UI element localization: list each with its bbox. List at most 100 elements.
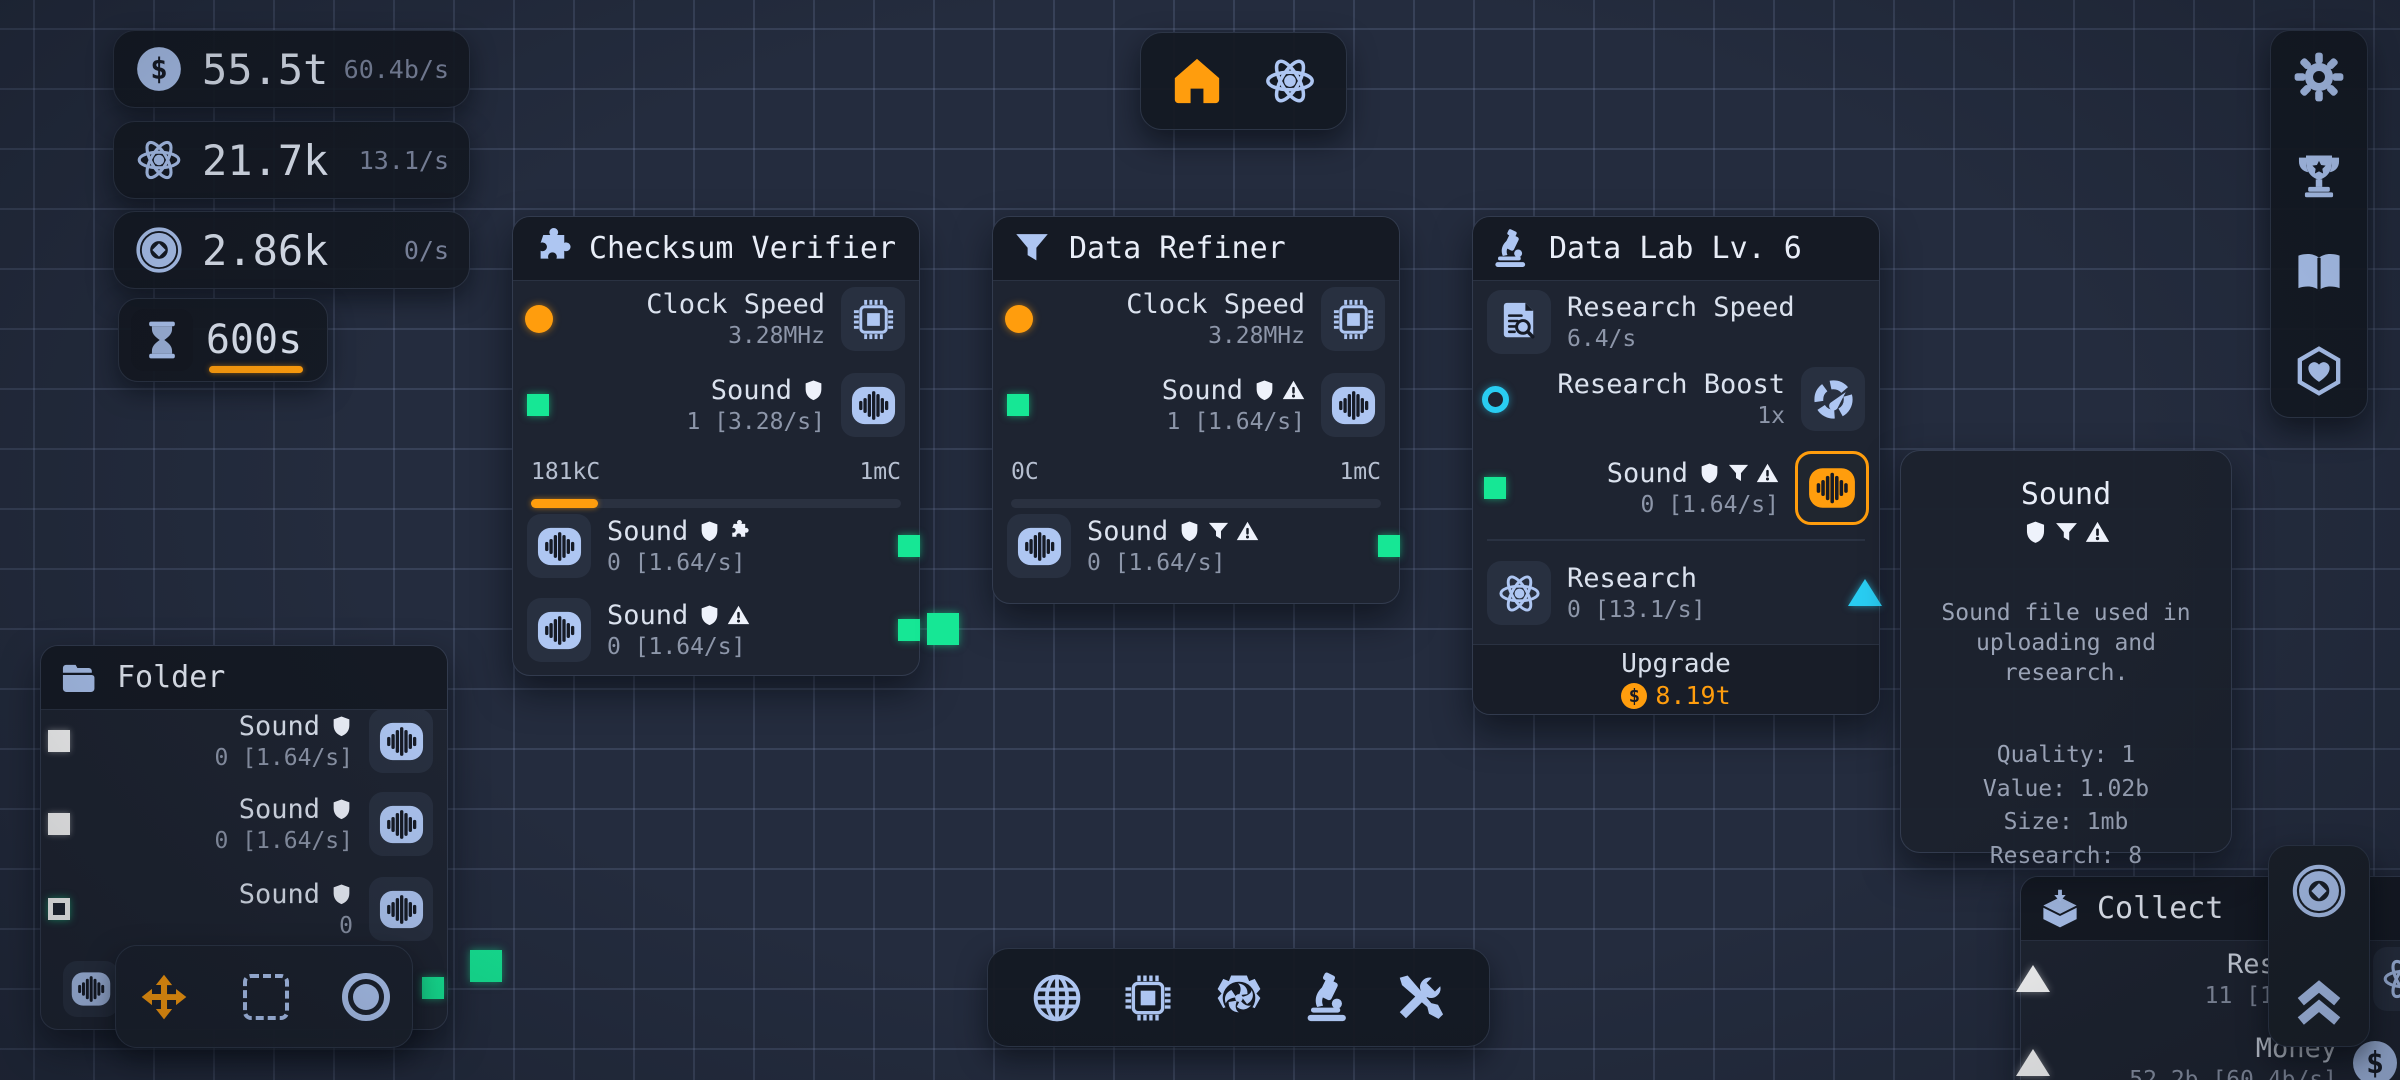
tooltip-description: Sound file used in uploading and researc… (1921, 599, 2211, 689)
coin-diamond-button[interactable] (2290, 862, 2348, 920)
shield-icon (802, 379, 825, 402)
game-canvas[interactable]: 55.5t 60.4b/s 21.7k 13.1/s 2.86k 0/s 600… (0, 0, 2400, 1080)
soundwave-icon-button[interactable] (369, 792, 433, 856)
fan-button[interactable] (1212, 971, 1266, 1025)
soundwave-icon-button[interactable] (527, 598, 591, 662)
output-port[interactable] (1378, 535, 1400, 557)
settings-gear-button[interactable] (2293, 51, 2345, 103)
double-chevron-up-button[interactable] (2290, 972, 2348, 1030)
node-header[interactable]: Data Lab Lv. 6 (1473, 217, 1879, 281)
select-box-tool-button[interactable] (243, 974, 289, 1020)
doc-search-icon[interactable] (1487, 290, 1551, 354)
output-port[interactable] (898, 535, 920, 557)
globe-button[interactable] (1030, 971, 1084, 1025)
sound-input-port[interactable] (1484, 477, 1506, 499)
progress-current: 181kC (531, 459, 600, 485)
puzzle-icon (531, 228, 573, 270)
research-boost-row: Research Boost 1x (1473, 356, 1879, 442)
research-input-port[interactable] (2016, 965, 2050, 992)
research-output-row: Research 0 [13.1/s] (1473, 550, 1879, 636)
research-speed-row: Research Speed 6.4/s (1473, 279, 1879, 365)
sound-input-row: Sound 1 [1.64/s] (993, 362, 1399, 448)
wire-junction-pin[interactable] (470, 950, 502, 982)
guide-book-button[interactable] (2293, 247, 2345, 299)
warning-icon (727, 604, 750, 627)
file-input-port-empty[interactable] (48, 898, 70, 920)
money-input-port[interactable] (2016, 1049, 2050, 1076)
timer-widget[interactable]: 600s (118, 298, 328, 382)
row-value: 0 [1.64/s] (215, 745, 353, 771)
boost-input-port[interactable] (1482, 386, 1509, 413)
clock-input-port[interactable] (1005, 305, 1033, 333)
shield-icon (2023, 520, 2048, 545)
research-output-port[interactable] (1848, 579, 1882, 606)
home-tab-button[interactable] (1169, 53, 1225, 109)
row-value: 0 [1.64/s] (1087, 550, 1225, 576)
soundwave-icon-button[interactable] (369, 709, 433, 773)
upgrade-cost: 8.19t (1655, 681, 1730, 710)
row-label: Sound (1162, 375, 1243, 406)
node-header[interactable]: Checksum Verifier (513, 217, 919, 281)
side-menu (2270, 30, 2368, 418)
shield-icon (1253, 379, 1276, 402)
soundwave-icon-button[interactable] (63, 961, 119, 1017)
research-rate: 13.1/s (359, 146, 449, 175)
row-value: 0 [1.64/s] (215, 828, 353, 854)
hourglass-icon (131, 309, 193, 371)
atom-icon[interactable] (2373, 947, 2400, 1011)
soundwave-icon-button[interactable] (841, 373, 905, 437)
node-header[interactable]: Data Refiner (993, 217, 1399, 281)
node-data-lab[interactable]: Data Lab Lv. 6 Research Speed 6.4/s Rese… (1472, 216, 1880, 715)
sound-input-port[interactable] (1007, 394, 1029, 416)
dollar-coin-icon: $ (1621, 683, 1647, 709)
achievements-trophy-button[interactable] (2293, 149, 2345, 201)
badges-hex-heart-button[interactable] (2293, 345, 2345, 397)
research-value: 21.7k (202, 136, 328, 185)
money-rate: 60.4b/s (344, 55, 449, 84)
row-label: Research Boost (1557, 369, 1785, 400)
clock-input-port[interactable] (525, 305, 553, 333)
soundwave-icon-button[interactable] (527, 514, 591, 578)
microscope-icon (1491, 228, 1533, 270)
sound-input-row: Sound 1 [3.28/s] (513, 362, 919, 448)
timer-underline (209, 366, 303, 373)
chip-icon-button[interactable] (841, 287, 905, 351)
wire-junction-pin[interactable] (927, 613, 959, 645)
file-input-port[interactable] (48, 730, 70, 752)
row-label: Sound (1087, 516, 1168, 547)
gauge-icon-button[interactable] (1801, 367, 1865, 431)
sound-input-port[interactable] (527, 394, 549, 416)
soundwave-icon-button[interactable] (1007, 514, 1071, 578)
dollar-coin-icon[interactable]: $ (2353, 1041, 2397, 1080)
soundwave-icon-button[interactable] (1321, 373, 1385, 437)
soundwave-icon-button-selected[interactable] (1795, 451, 1869, 525)
output-row: Sound 0 [1.64/s] (513, 587, 919, 673)
file-input-port[interactable] (48, 813, 70, 835)
microscope-button[interactable] (1302, 971, 1356, 1025)
chip-button[interactable] (1121, 971, 1175, 1025)
progress-labels: 0C 1mC (1011, 459, 1381, 485)
folder-toolbar-output-port[interactable] (422, 977, 444, 999)
node-checksum-verifier[interactable]: Checksum Verifier Clock Speed 3.28MHz So… (512, 216, 920, 676)
row-label: Sound (711, 375, 792, 406)
tools-button[interactable] (1393, 971, 1447, 1025)
output-port[interactable] (898, 619, 920, 641)
atom-icon[interactable] (1487, 561, 1551, 625)
row-label: Sound (607, 516, 688, 547)
shield-icon (1698, 462, 1721, 485)
node-data-refiner[interactable]: Data Refiner Clock Speed 3.28MHz Sound 1… (992, 216, 1400, 604)
stat-value: Value: 1.02b (1983, 775, 2149, 805)
soundwave-icon-button[interactable] (369, 877, 433, 941)
chip-icon-button[interactable] (1321, 287, 1385, 351)
timer-value[interactable]: 600s (193, 317, 315, 363)
view-switcher (1140, 32, 1347, 130)
sound-row: Sound 0 (41, 866, 447, 952)
research-tab-button[interactable] (1262, 53, 1318, 109)
row-label: Sound (239, 711, 320, 742)
upgrade-button[interactable]: Upgrade $ 8.19t (1473, 644, 1879, 714)
shield-icon (698, 520, 721, 543)
record-circle-button[interactable] (342, 973, 390, 1021)
node-title: Data Refiner (1069, 231, 1286, 266)
upgrade-label: Upgrade (1621, 649, 1731, 679)
move-tool-button[interactable] (138, 971, 190, 1023)
